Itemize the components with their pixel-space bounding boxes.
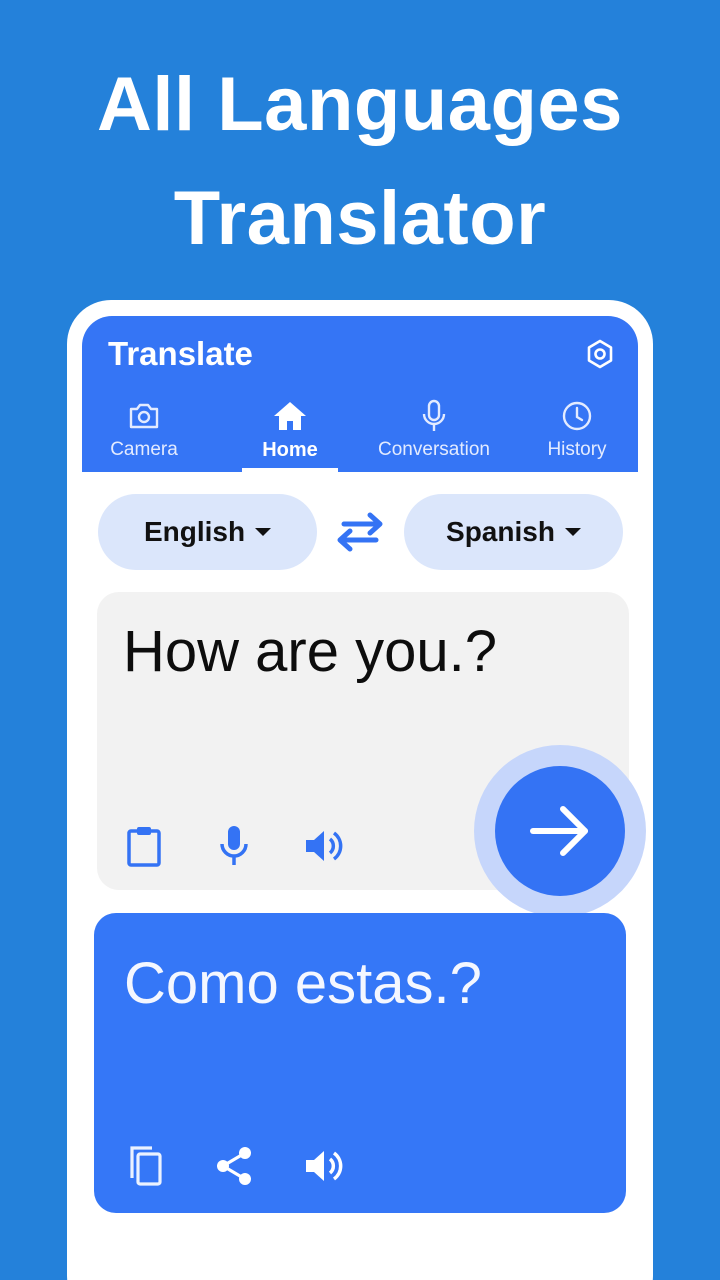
headline-line-1: All Languages — [97, 62, 623, 147]
speaker-icon — [306, 1151, 343, 1181]
camera-icon — [129, 403, 159, 429]
tab-home[interactable]: Home — [230, 396, 350, 472]
swap-arrows-icon — [337, 512, 383, 552]
chevron-down-icon — [564, 528, 581, 536]
copy-icon — [130, 1146, 162, 1186]
speaker-icon — [306, 831, 343, 861]
headline-line-2: Translator — [173, 176, 547, 261]
settings-hexagon-icon — [587, 339, 613, 369]
share-button[interactable] — [210, 1142, 258, 1190]
copy-button[interactable] — [120, 1142, 168, 1190]
target-language-select[interactable]: Spanish — [404, 494, 623, 570]
app-title: Translate — [108, 335, 253, 372]
source-language-label: English — [143, 516, 246, 547]
share-icon — [217, 1147, 251, 1185]
tab-conversation-label: Conversation — [378, 439, 490, 460]
promo-headline: All Languages Translator — [0, 48, 720, 276]
swap-languages-button[interactable] — [334, 510, 386, 554]
translated-text: Como estas.? — [124, 951, 482, 1016]
chevron-down-icon — [255, 528, 272, 536]
tab-history[interactable]: History — [517, 396, 637, 472]
target-language-label: Spanish — [446, 516, 555, 547]
paste-button[interactable] — [120, 822, 168, 870]
home-icon — [274, 402, 306, 430]
voice-input-button[interactable] — [210, 822, 258, 870]
clock-icon — [562, 401, 592, 431]
active-tab-indicator — [242, 468, 338, 473]
microphone-icon — [220, 826, 248, 865]
tab-conversation[interactable]: Conversation — [374, 396, 494, 472]
tab-camera-label: Camera — [110, 439, 178, 460]
tab-home-label: Home — [262, 439, 318, 461]
settings-button[interactable] — [580, 334, 620, 374]
speak-source-button[interactable] — [300, 822, 348, 870]
arrow-right-icon — [530, 806, 588, 856]
clipboard-icon — [127, 827, 161, 867]
source-language-select[interactable]: English — [98, 494, 317, 570]
translate-button[interactable] — [495, 766, 625, 896]
source-text-input[interactable]: How are you.? — [123, 612, 497, 692]
tab-history-label: History — [547, 439, 607, 460]
microphone-icon — [422, 399, 446, 431]
speak-translation-button[interactable] — [300, 1142, 348, 1190]
tab-camera[interactable]: Camera — [84, 396, 204, 472]
